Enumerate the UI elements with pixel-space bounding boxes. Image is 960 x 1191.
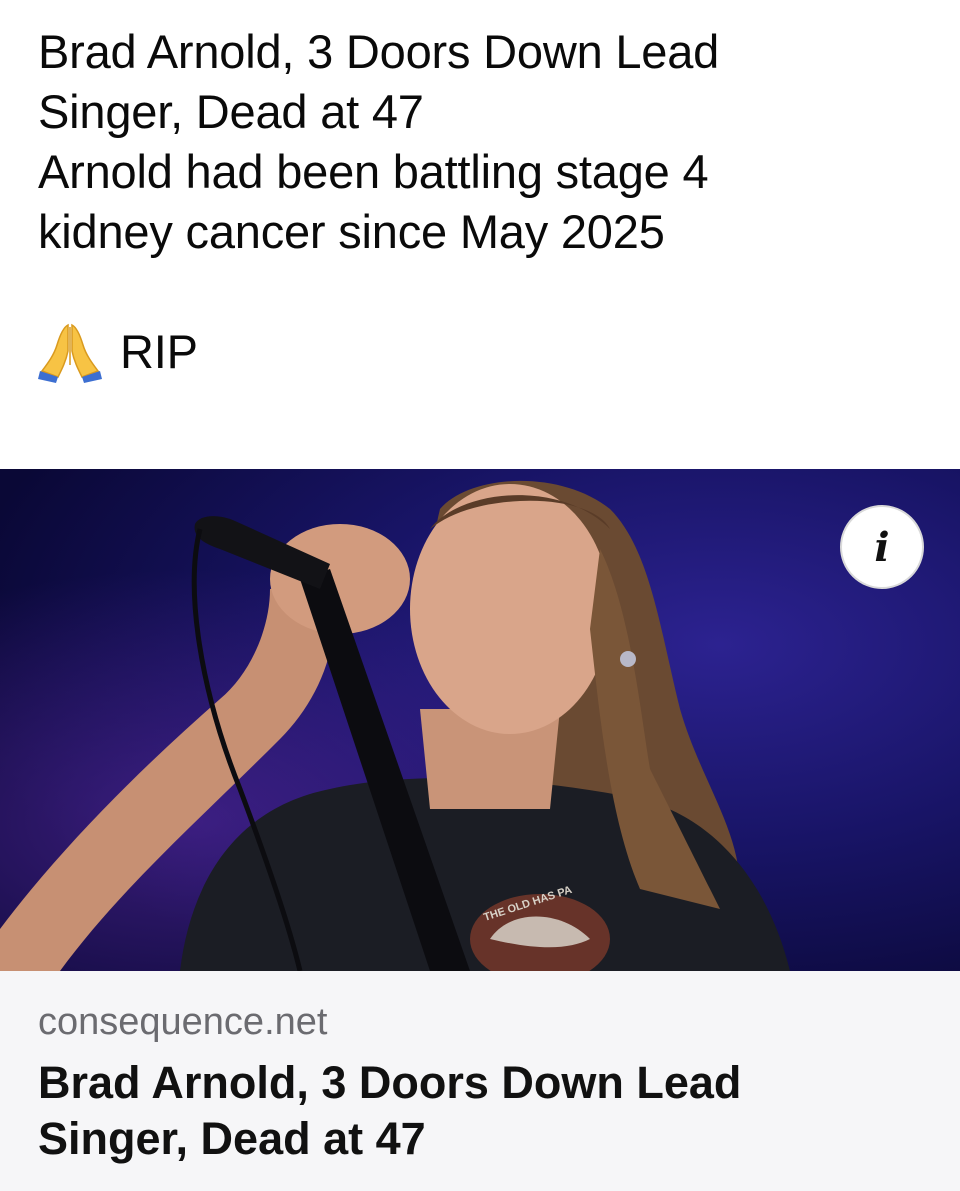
concert-photo: THE OLD HAS PA	[0, 469, 960, 971]
card-title-line: Singer, Dead at 47	[38, 1113, 426, 1164]
link-preview-card[interactable]: THE OLD HAS PA i consequence.net Brad Ar…	[0, 469, 960, 1191]
info-button[interactable]: i	[840, 505, 924, 589]
rip-text: RIP	[120, 325, 198, 378]
post: Brad Arnold, 3 Doors Down Lead Singer, D…	[0, 0, 960, 1191]
post-text-line: Arnold had been battling stage 4	[38, 145, 709, 198]
rip-row: RIP	[38, 321, 918, 383]
info-icon: i	[874, 523, 890, 571]
post-text-line: Singer, Dead at 47	[38, 85, 424, 138]
card-title[interactable]: Brad Arnold, 3 Doors Down Lead Singer, D…	[38, 1055, 918, 1167]
folded-hands-icon	[38, 321, 102, 383]
post-text: Brad Arnold, 3 Doors Down Lead Singer, D…	[38, 22, 918, 383]
paragraph-break	[38, 262, 918, 322]
card-title-line: Brad Arnold, 3 Doors Down Lead	[38, 1057, 742, 1108]
post-text-line: Brad Arnold, 3 Doors Down Lead	[38, 25, 720, 78]
card-domain[interactable]: consequence.net	[38, 999, 327, 1045]
post-text-line: kidney cancer since May 2025	[38, 205, 665, 258]
card-image[interactable]: THE OLD HAS PA i	[0, 469, 960, 971]
